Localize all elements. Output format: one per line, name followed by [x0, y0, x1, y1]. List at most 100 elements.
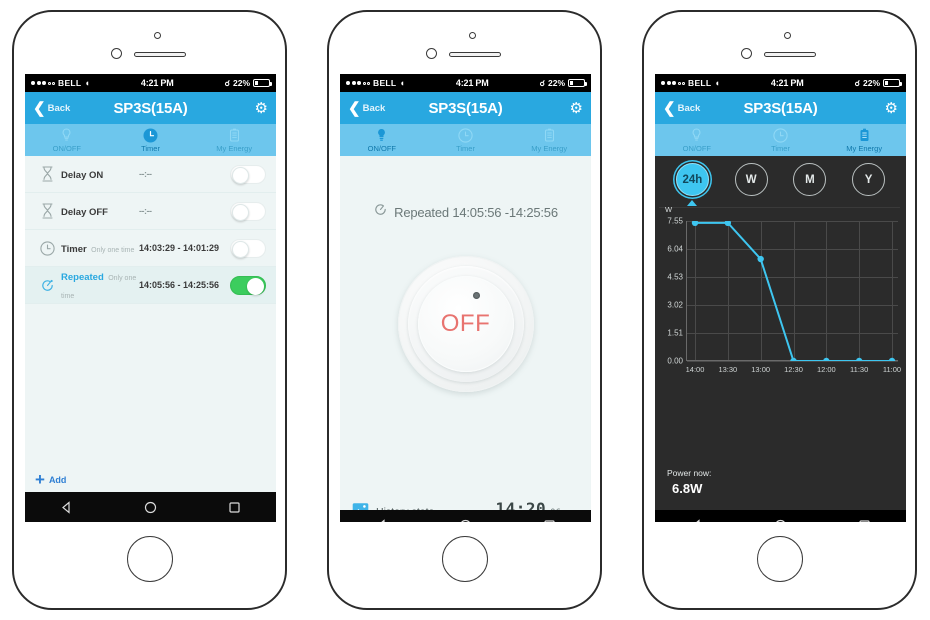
- phone-2-frame-top: [329, 12, 600, 74]
- add-timer-button[interactable]: + Add: [25, 468, 276, 492]
- android-nav-bar: [25, 492, 276, 522]
- row-toggle[interactable]: [230, 164, 266, 184]
- carrier-label: BELL: [373, 78, 397, 88]
- proximity-sensor-icon: [426, 48, 437, 59]
- chart-data-point: [855, 357, 863, 361]
- period-button-week[interactable]: W: [734, 163, 768, 196]
- tab-bar: ON/OFF Timer My Energy: [340, 124, 591, 156]
- phone-2-frame-bottom: [329, 520, 600, 608]
- clock-icon: [773, 127, 788, 143]
- energy-panel: 24h W M Y W 0.00 1.51 3.02 4.53 6.04 7.5…: [655, 156, 906, 522]
- power-now-value: 6.8W: [672, 481, 703, 496]
- title-bar: ❮ Back SP3S(15A) ⚙: [655, 92, 906, 124]
- period-button-week-label: W: [745, 173, 757, 186]
- tab-timer[interactable]: Timer: [424, 124, 508, 156]
- battery-icon: [568, 79, 587, 87]
- earpiece-speaker: [764, 52, 816, 57]
- title-bar: ❮ Back SP3S(15A) ⚙: [340, 92, 591, 124]
- clock-icon: [35, 240, 59, 256]
- phone-3-frame-bottom: [644, 520, 915, 608]
- chart-data-point: [757, 255, 764, 263]
- chart-area: 0.00 1.51 3.02 4.53 6.04 7.55 14:00 13:30 13:00…: [659, 207, 902, 387]
- tab-timer-label: Timer: [771, 143, 790, 153]
- battery-percent: 22%: [862, 78, 880, 88]
- period-button-month-label: M: [805, 173, 815, 186]
- row-subtitle: Only one time: [91, 247, 135, 254]
- row-value: 14:03:29 - 14:01:29: [139, 243, 220, 253]
- chart-x-tick: 12:30: [784, 365, 803, 374]
- chart-y-tick: 7.55: [667, 216, 683, 226]
- gear-icon[interactable]: ⚙: [570, 101, 583, 116]
- status-bar-left: BELL ◖: [661, 78, 720, 88]
- carrier-label: BELL: [688, 78, 712, 88]
- row-toggle[interactable]: [230, 238, 266, 258]
- chart-y-tick: 0.00: [667, 356, 683, 366]
- add-label: Add: [48, 475, 67, 485]
- row-value: --:--: [139, 206, 152, 216]
- onoff-panel: Repeated 14:05:56 -14:25:56 OFF 14:20: [340, 156, 591, 522]
- front-camera-icon: [154, 32, 161, 39]
- gear-icon[interactable]: ⚙: [255, 101, 268, 116]
- phone-2-screen: BELL ◖ 4:21 PM ☌ 22% ❮ Back SP3S(15A) ⚙: [340, 74, 591, 522]
- bluetooth-icon: ☌: [224, 78, 230, 88]
- triangle-back-icon[interactable]: [60, 500, 73, 514]
- row-toggle[interactable]: [230, 201, 266, 221]
- tab-onoff[interactable]: ON/OFF: [340, 124, 424, 156]
- square-recents-icon[interactable]: [228, 501, 241, 514]
- battery-percent: 22%: [547, 78, 565, 88]
- row-toggle[interactable]: [230, 275, 266, 295]
- table-row[interactable]: Repeated Only one time 14:05:56 - 14:25:…: [25, 267, 276, 304]
- battery-percent: 22%: [232, 78, 250, 88]
- power-now-caption: Power now:: [667, 468, 712, 478]
- table-row[interactable]: Timer Only one time 14:03:29 - 14:01:29: [25, 230, 276, 267]
- home-button[interactable]: [441, 536, 488, 582]
- phone-1: BELL ◖ 4:21 PM ☌ 22% ❮ Back SP3S(15A) ⚙: [12, 10, 287, 610]
- selected-caret-icon: [687, 200, 698, 206]
- row-value: --:--: [139, 169, 152, 179]
- circle-home-icon[interactable]: [144, 501, 157, 514]
- status-bar-time: 4:21 PM: [140, 78, 174, 88]
- tab-timer[interactable]: Timer: [739, 124, 823, 156]
- home-button[interactable]: [126, 536, 173, 582]
- tab-onoff[interactable]: ON/OFF: [25, 124, 109, 156]
- period-button-year-label: Y: [864, 173, 873, 186]
- battery-report-icon: [859, 128, 870, 143]
- tab-timer-label: Timer: [141, 143, 160, 153]
- energy-chart: W 0.00 1.51 3.02 4.53 6.04 7.55 14:00 13:30 13:…: [659, 205, 902, 387]
- status-bar-left: BELL ◖: [31, 78, 90, 88]
- gear-icon[interactable]: ⚙: [885, 101, 898, 116]
- tab-onoff-label: ON/OFF: [682, 143, 711, 153]
- home-button[interactable]: [756, 536, 803, 582]
- table-row[interactable]: Delay OFF --:--: [25, 193, 276, 230]
- chart-y-tick: 4.53: [667, 272, 683, 282]
- battery-report-icon: [229, 128, 240, 143]
- chart-x-tick: 14:00: [685, 365, 705, 374]
- period-button-year[interactable]: Y: [852, 163, 886, 196]
- table-row[interactable]: Delay ON --:--: [25, 156, 276, 193]
- phone-1-frame-top: [14, 12, 285, 74]
- status-bar: BELL ◖ 4:21 PM ☌ 22%: [655, 74, 906, 92]
- power-button[interactable]: OFF: [397, 256, 534, 392]
- chart-x-tick: 12:00: [816, 365, 836, 374]
- chart-x-tick: 11:00: [882, 365, 902, 374]
- tab-my-energy[interactable]: My Energy: [822, 124, 906, 156]
- tab-bar: ON/OFF Timer My Energy: [25, 124, 276, 156]
- chart-y-tick: 6.04: [667, 244, 683, 254]
- period-button-24h[interactable]: 24h: [675, 163, 709, 206]
- bluetooth-icon: ☌: [854, 78, 860, 88]
- page-title: SP3S(15A): [743, 99, 818, 117]
- tab-my-energy[interactable]: My Energy: [192, 124, 276, 156]
- signal-strength-icon: [346, 81, 370, 85]
- chart-x-tick: 13:30: [718, 365, 738, 374]
- battery-icon: [883, 79, 902, 87]
- bulb-icon: [691, 128, 702, 143]
- clock-icon: [143, 128, 158, 143]
- phone-3: BELL ◖ 4:21 PM ☌ 22% ❮ Back SP3S(15A) ⚙: [642, 10, 917, 610]
- tab-timer[interactable]: Timer: [109, 124, 193, 156]
- tab-my-energy[interactable]: My Energy: [507, 124, 591, 156]
- tab-onoff[interactable]: ON/OFF: [655, 124, 739, 156]
- tab-onoff-label: ON/OFF: [52, 143, 81, 153]
- screenshot-stage: BELL ◖ 4:21 PM ☌ 22% ❮ Back SP3S(15A) ⚙: [0, 0, 930, 620]
- period-button-month[interactable]: M: [793, 163, 827, 196]
- chart-y-tick: 1.51: [667, 328, 683, 338]
